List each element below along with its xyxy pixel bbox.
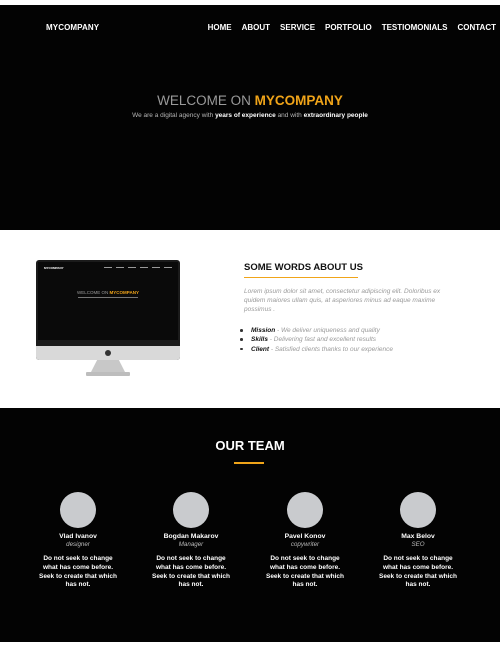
about-heading: SOME WORDS ABOUT US xyxy=(244,262,363,273)
list-item-label: Client xyxy=(251,345,270,353)
hero-title-accent: MYCOMPANY xyxy=(254,93,343,108)
hero-subtitle: We are a digital agency with years of ex… xyxy=(0,112,500,119)
team-title: OUR TEAM xyxy=(215,438,285,453)
avatar xyxy=(287,492,323,528)
about-list: Mission - We deliver uniqueness and qual… xyxy=(240,326,393,354)
team-member-card: Max Belov SEO Do not seek to change what… xyxy=(363,492,473,590)
list-item-label: Mission xyxy=(251,327,276,334)
about-heading-underline xyxy=(244,277,358,278)
team-member-card: Pavel Konov copywriter Do not seek to ch… xyxy=(250,492,360,590)
hero-sub-part1: We are a digital agency with xyxy=(132,112,216,119)
monitor-title: WELCOME ON MYCOMPANY xyxy=(38,290,178,295)
member-name: Bogdan Makarov xyxy=(163,533,219,540)
hero-title-prefix: WELCOME ON xyxy=(157,93,255,108)
team-member-card: Bogdan Makarov Manager Do not seek to ch… xyxy=(136,492,246,590)
member-quote: Do not seek to change what has come befo… xyxy=(38,555,118,589)
member-quote: Do not seek to change what has come befo… xyxy=(378,555,458,589)
main-nav: HOME ABOUT SERVICE PORTFOLIO TESTIOMONIA… xyxy=(208,23,496,32)
member-role: designer xyxy=(66,541,90,548)
member-quote: Do not seek to change what has come befo… xyxy=(265,555,345,589)
avatar xyxy=(173,492,209,528)
list-item-text: - Delivering fast and excellent results xyxy=(267,336,377,344)
page: MYCOMPANY HOME ABOUT SERVICE PORTFOLIO T… xyxy=(0,0,500,647)
nav-home[interactable]: HOME xyxy=(208,23,232,32)
member-role: SEO xyxy=(411,541,425,548)
monitor-stand xyxy=(91,360,125,372)
member-name: Vlad Ivanov xyxy=(59,533,97,540)
hero-sub-bold1: years of experience xyxy=(215,112,276,119)
monitor-brand: MYCOMPANY xyxy=(44,266,64,270)
member-name: Pavel Konov xyxy=(284,533,326,540)
bottom-strip xyxy=(0,642,500,647)
monitor-title-prefix: WELCOME ON xyxy=(77,290,110,295)
about-section: MYCOMPANY WELCOME ON MYCOMPANY SOME WORD… xyxy=(0,230,500,408)
avatar xyxy=(60,492,96,528)
avatar xyxy=(400,492,436,528)
hero-section: MYCOMPANY HOME ABOUT SERVICE PORTFOLIO T… xyxy=(0,5,500,230)
monitor-title-accent: MYCOMPANY xyxy=(109,290,139,295)
member-name: Max Belov xyxy=(401,533,435,540)
about-paragraph: Lorem ipsum dolor sit amet, consectetur … xyxy=(244,288,441,313)
member-quote: Do not seek to change what has come befo… xyxy=(151,555,231,589)
hero-sub-bold2: extraordinary people xyxy=(303,112,368,119)
apple-logo-icon xyxy=(105,350,111,356)
nav-contact[interactable]: CONTACT xyxy=(457,23,496,32)
list-item: Client - Satisfied clients thanks to our… xyxy=(240,345,393,354)
list-item: Mission - We deliver uniqueness and qual… xyxy=(240,326,393,335)
list-item-text: - Satisfied clients thanks to our experi… xyxy=(269,345,393,353)
list-item-label: Skills xyxy=(251,336,268,344)
monitor-subtitle-line xyxy=(78,297,138,298)
list-item-text: - We deliver uniqueness and quality xyxy=(275,327,380,334)
member-role: copywriter xyxy=(290,541,320,548)
team-title-underline xyxy=(234,462,264,464)
nav-about[interactable]: ABOUT xyxy=(242,23,270,32)
monitor-screen: MYCOMPANY WELCOME ON MYCOMPANY xyxy=(38,262,178,340)
nav-service[interactable]: SERVICE xyxy=(280,23,315,32)
nav-testimonials[interactable]: TESTIOMONIALS xyxy=(382,23,448,32)
list-item: Skills - Delivering fast and excellent r… xyxy=(240,335,393,344)
monitor-nav xyxy=(104,267,172,268)
team-section: OUR TEAM Vlad Ivanov designer Do not see… xyxy=(0,408,500,642)
team-member-card: Vlad Ivanov designer Do not seek to chan… xyxy=(23,492,133,590)
hero-sub-part2: and with xyxy=(275,112,304,119)
monitor-image: MYCOMPANY WELCOME ON MYCOMPANY xyxy=(36,260,180,378)
monitor-stand-base xyxy=(86,372,130,376)
nav-portfolio[interactable]: PORTFOLIO xyxy=(325,23,372,32)
hero-title: WELCOME ON MYCOMPANY xyxy=(0,93,500,108)
brand-logo[interactable]: MYCOMPANY xyxy=(46,23,99,32)
member-role: Manager xyxy=(178,541,204,548)
